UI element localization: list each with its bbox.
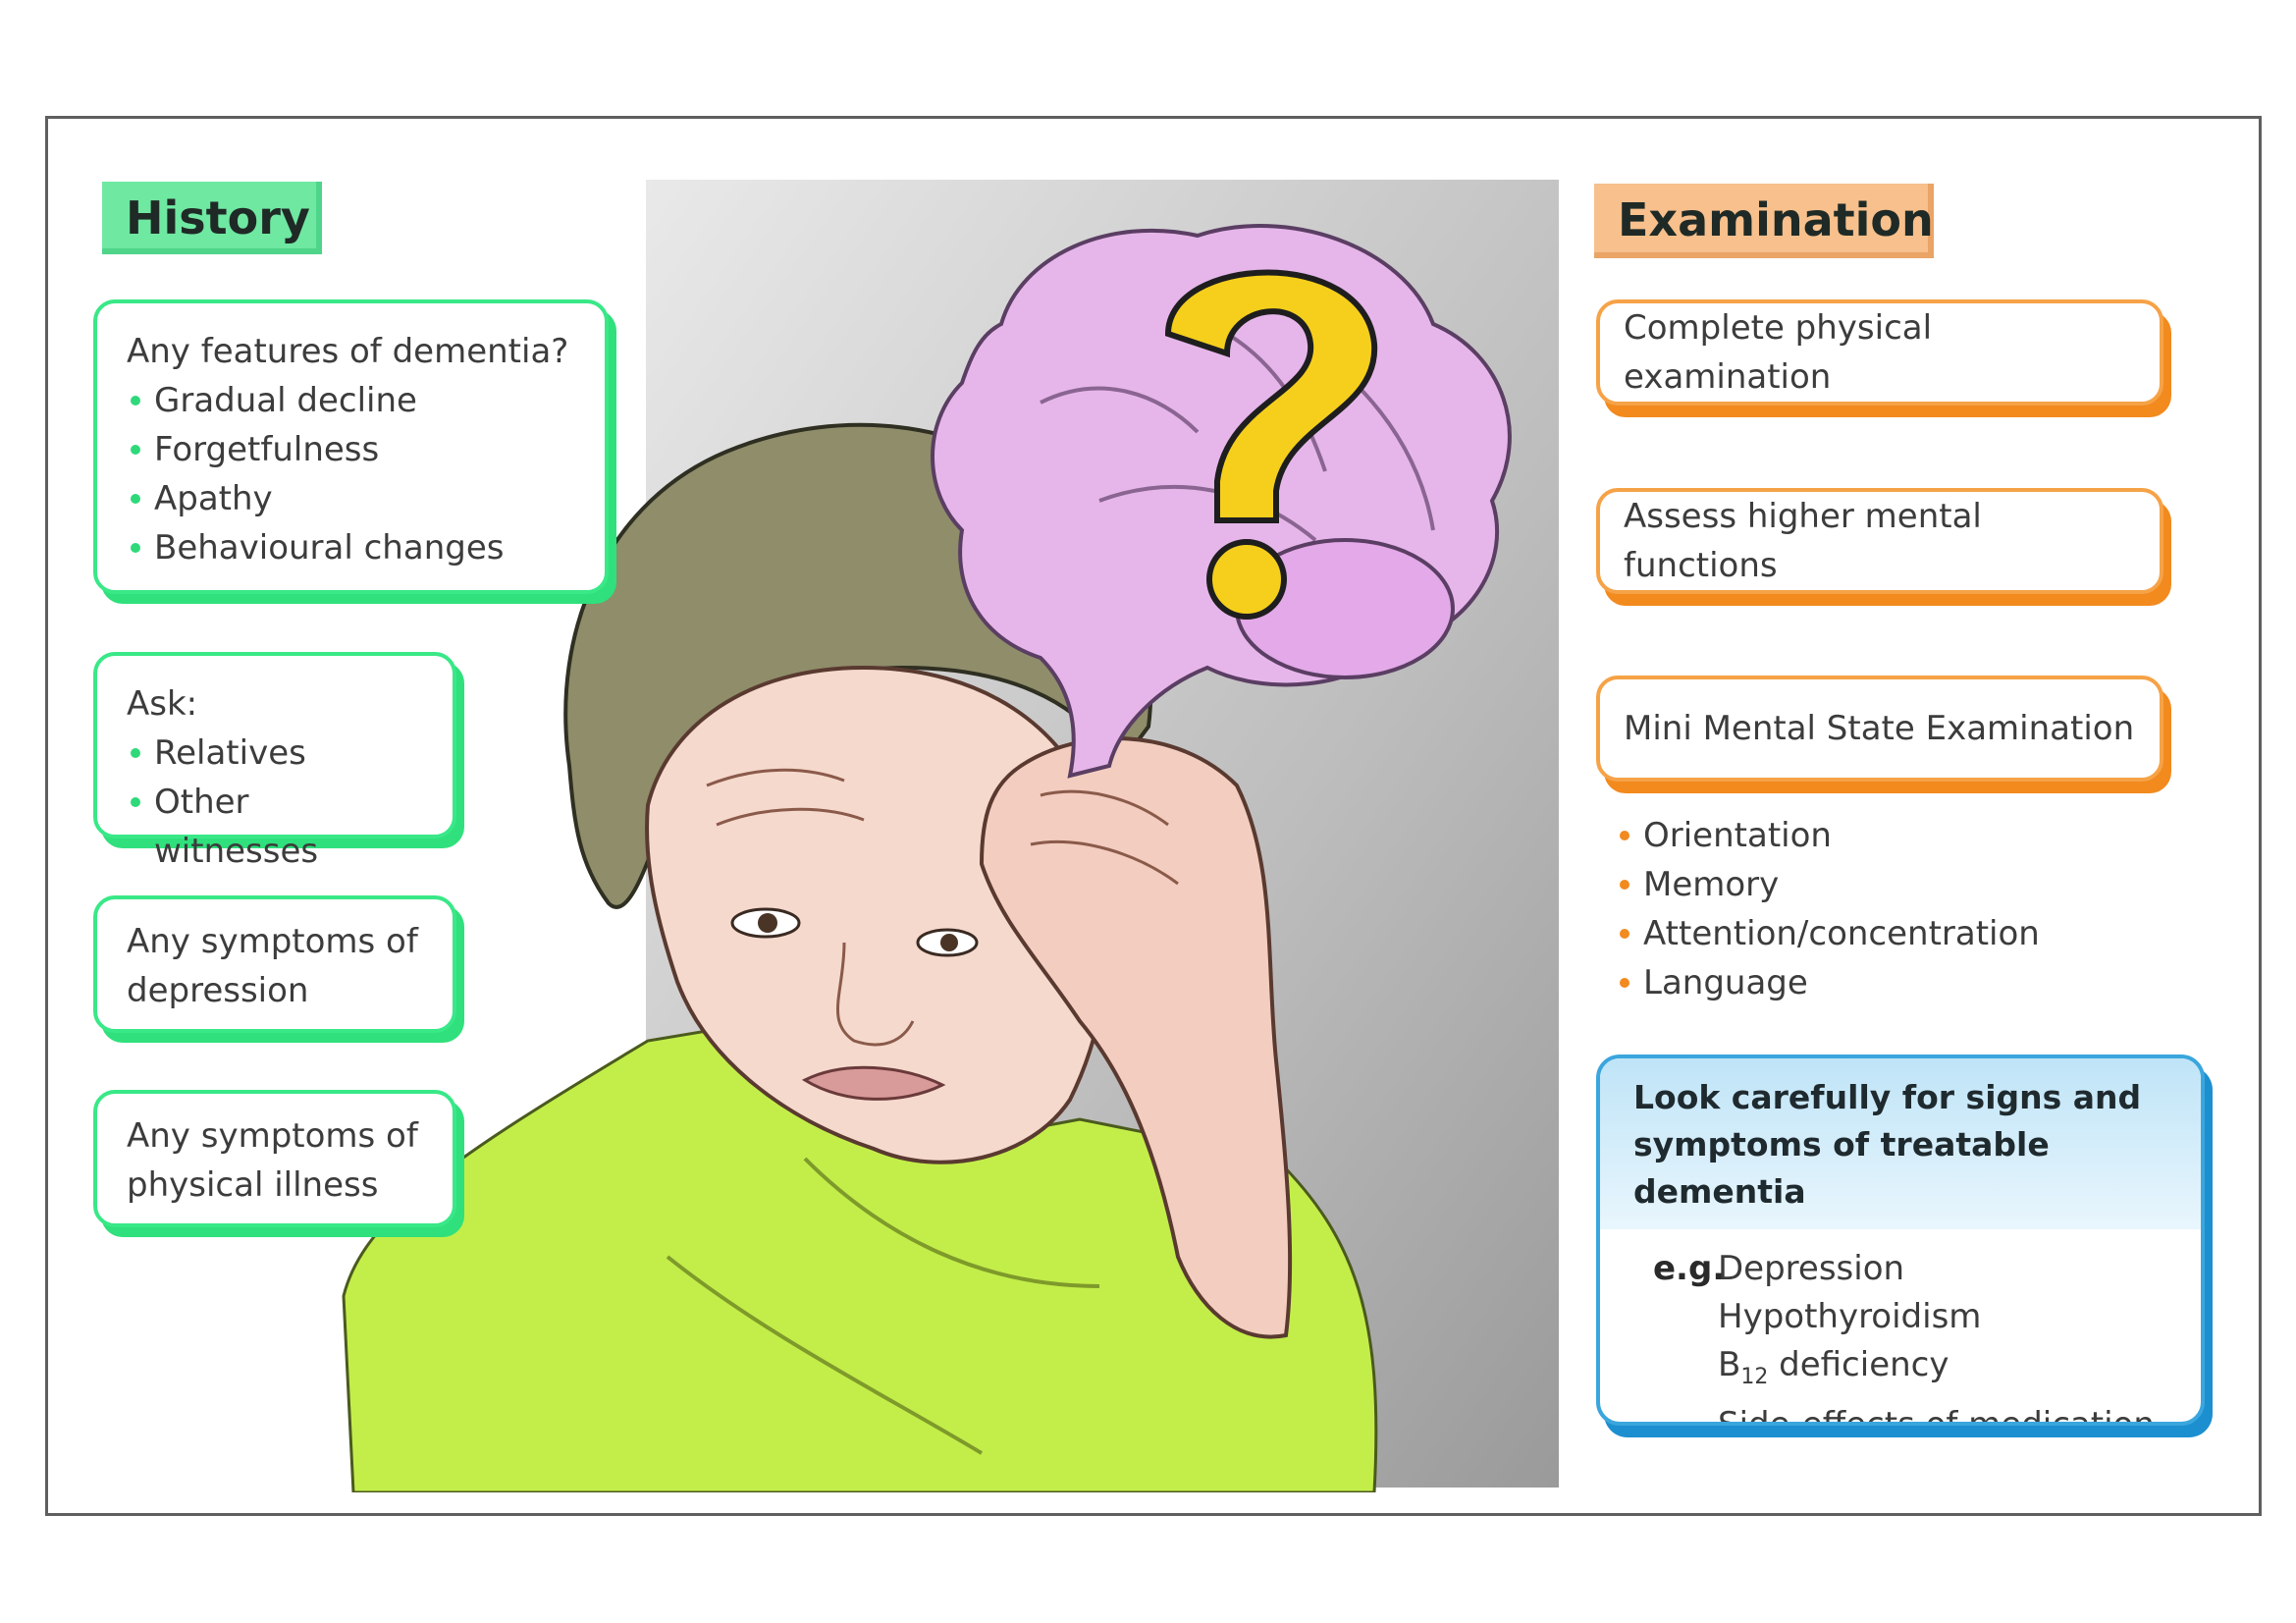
history-box-physical-illness: Any symptoms of physical illness [93, 1090, 456, 1227]
history-box-depression: Any symptoms of depression [93, 895, 456, 1033]
exam-box-physical: Complete physical examination [1596, 299, 2163, 406]
exam-box-higher-mental-text: Assess higher mental functions [1624, 497, 1982, 585]
list-item: Other witnesses [127, 778, 423, 876]
list-item: Hypothyroidism [1718, 1297, 1982, 1336]
history-box-ask-heading: Ask: [127, 684, 198, 724]
b12-subscript: 12 [1740, 1364, 1769, 1389]
history-box-ask: Ask: Relatives Other witnesses [93, 652, 456, 871]
list-item: Forgetfulness [127, 425, 575, 474]
list-item: Relatives [127, 729, 423, 778]
list-item: Language [1616, 958, 2040, 1007]
list-item: Apathy [127, 474, 575, 523]
treatable-heading-line-1: Look carefully for signs and [1633, 1078, 2142, 1116]
list-item: Memory [1616, 860, 2040, 909]
exam-box-mmse: Mini Mental State Examination [1596, 676, 2163, 782]
history-tag: History [102, 182, 322, 254]
list-item: Orientation [1616, 811, 2040, 860]
list-item: Depression [1718, 1249, 1905, 1288]
list-item: Behavioural changes [127, 523, 575, 572]
mmse-list: Orientation Memory Attention/concentrati… [1616, 811, 2040, 1007]
list-item: Attention/concentration [1616, 909, 2040, 958]
depression-line-2: depression [127, 971, 309, 1010]
treatable-list: Depression Hypothyroidism B12 deficiency… [1718, 1245, 2155, 1426]
b12-text: deficiency [1779, 1345, 1949, 1384]
features-list: Gradual decline Forgetfulness Apathy Beh… [127, 376, 575, 572]
history-box-features: Any features of dementia? Gradual declin… [93, 299, 609, 594]
physical-illness-line-2: physical illness [127, 1165, 379, 1205]
treatable-dementia-body: e.g. Depression Hypothyroidism B12 defic… [1600, 1229, 2201, 1426]
list-item: Side-effects of medication [1718, 1404, 2155, 1426]
list-item-b12: B12 deficiency [1718, 1341, 2155, 1401]
treatable-dementia-heading: Look carefully for signs and symptoms of… [1600, 1058, 2201, 1229]
treatable-heading-line-2: symptoms of treatable dementia [1633, 1125, 2050, 1211]
list-item: Gradual decline [127, 376, 575, 425]
depression-line-1: Any symptoms of [127, 922, 418, 961]
eg-label: e.g. [1653, 1249, 1726, 1288]
exam-box-higher-mental: Assess higher mental functions [1596, 488, 2163, 594]
treatable-dementia-box: Look carefully for signs and symptoms of… [1596, 1055, 2205, 1426]
examination-tag: Examination [1594, 184, 1934, 258]
exam-box-physical-text: Complete physical examination [1624, 308, 1933, 397]
b12-base: B [1718, 1345, 1741, 1384]
physical-illness-line-1: Any symptoms of [127, 1116, 418, 1156]
exam-box-mmse-text: Mini Mental State Examination [1624, 709, 2135, 748]
history-box-features-heading: Any features of dementia? [127, 332, 569, 371]
ask-list: Relatives Other witnesses [127, 729, 423, 876]
